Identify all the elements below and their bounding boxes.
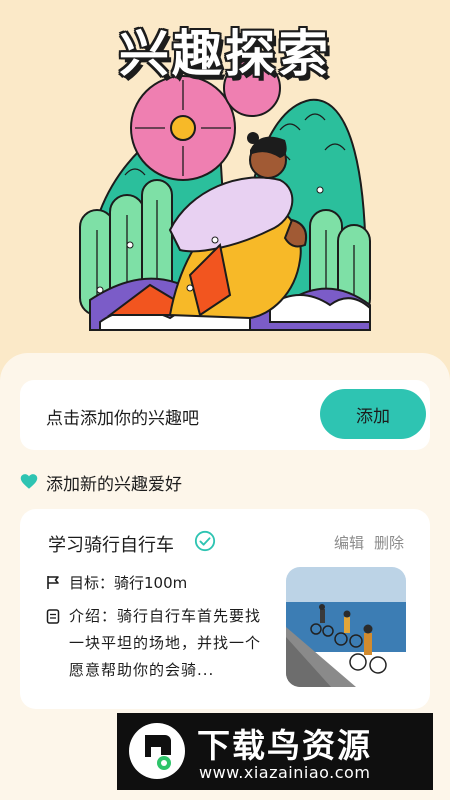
section-title: 添加新的兴趣爱好 (46, 474, 182, 495)
heart-icon (20, 474, 38, 489)
edit-button[interactable]: 编辑 (334, 532, 364, 553)
card-actions: 编辑 删除 (334, 532, 404, 553)
hobby-thumbnail (286, 567, 406, 687)
goal-row: 目标：骑行100m (46, 572, 187, 593)
add-interest-box[interactable]: 点击添加你的兴趣吧 添加 (20, 380, 430, 450)
flag-icon (47, 576, 59, 589)
hobby-card[interactable]: 学习骑行自行车 编辑 删除 目标：骑行100m 介绍：骑行自行车首先要找一块平坦… (20, 509, 430, 709)
hobby-title: 学习骑行自行车 (48, 535, 174, 556)
page-title: 兴趣探索 (119, 25, 331, 83)
hero-banner: 兴趣探索 (0, 0, 450, 360)
delete-button[interactable]: 删除 (374, 532, 404, 553)
intro-row: 介绍：骑行自行车首先要找一块平坦的场地，并找一个愿意帮助你的会骑... (46, 603, 272, 684)
watermark-url: www.xiazainiao.com (199, 763, 371, 782)
watermark-banner: 下载鸟资源 www.xiazainiao.com (117, 713, 433, 790)
add-button[interactable]: 添加 (320, 389, 426, 439)
check-circle-icon (194, 530, 216, 552)
section-header: 添加新的兴趣爱好 (20, 470, 182, 495)
watermark-brand: 下载鸟资源 (197, 726, 372, 765)
hero-illustration (79, 60, 371, 331)
intro-text: 介绍：骑行自行车首先要找一块平坦的场地，并找一个愿意帮助你的会骑... (69, 607, 262, 679)
add-interest-input[interactable]: 点击添加你的兴趣吧 (46, 404, 199, 429)
document-icon (46, 609, 60, 624)
goal-text: 目标：骑行100m (69, 574, 188, 592)
bird-logo-icon (129, 723, 185, 779)
